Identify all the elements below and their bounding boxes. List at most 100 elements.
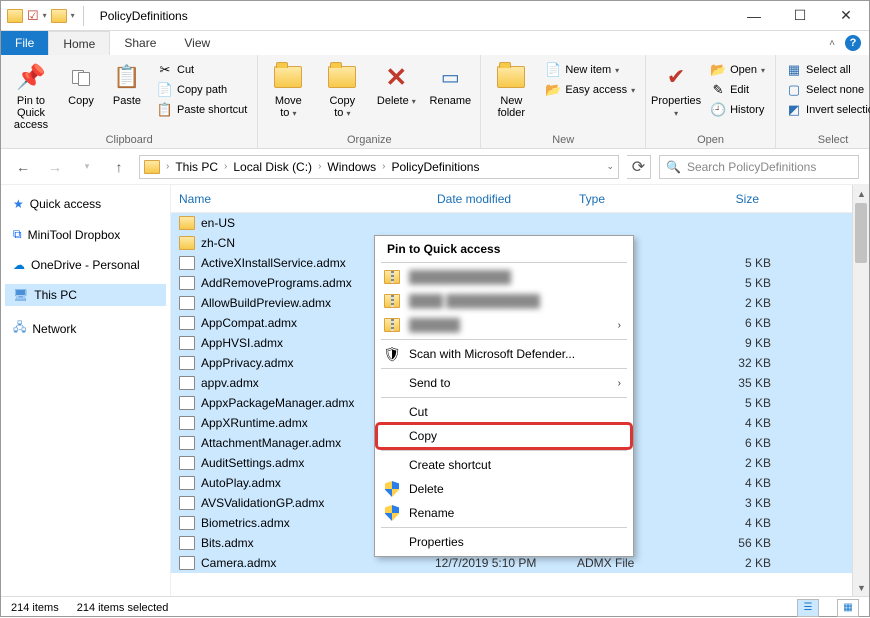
- view-large-button[interactable]: ▦: [837, 599, 859, 617]
- paste-icon: 📋: [111, 61, 143, 93]
- sidebar-item-this-pc[interactable]: 🖥This PC: [5, 284, 166, 306]
- vertical-scrollbar[interactable]: ▲ ▼: [852, 185, 869, 596]
- pin-quick-access-button[interactable]: 📌 Pin to Quick access: [7, 59, 55, 131]
- col-name[interactable]: Name: [171, 192, 429, 206]
- paste-shortcut-button[interactable]: 📋Paste shortcut: [153, 101, 251, 119]
- file-size: 2 KB: [693, 556, 771, 570]
- cm-blurred-2[interactable]: ████ ███████████: [377, 289, 631, 313]
- copy-to-icon: [328, 66, 356, 88]
- file-row[interactable]: en-US: [171, 213, 869, 233]
- cm-properties[interactable]: Properties: [377, 530, 631, 554]
- cm-create-shortcut[interactable]: Create shortcut: [377, 453, 631, 477]
- select-all-button[interactable]: ▦Select all: [782, 61, 870, 79]
- cm-scan-defender[interactable]: 🛡Scan with Microsoft Defender...: [377, 342, 631, 366]
- breadcrumb-seg-3[interactable]: PolicyDefinitions: [387, 160, 483, 174]
- ribbon-group-open: ✔ Properties ▾ 📂Open ▾ ✎Edit 🕘History Op…: [646, 55, 776, 148]
- group-label-select: Select: [782, 132, 870, 148]
- scroll-thumb[interactable]: [855, 203, 867, 263]
- delete-button[interactable]: ✕ Delete ▾: [372, 59, 420, 107]
- qat-folder-icon: [7, 9, 23, 23]
- zip-icon: [384, 270, 400, 284]
- open-button[interactable]: 📂Open ▾: [706, 61, 769, 79]
- file-size: 3 KB: [693, 496, 771, 510]
- network-icon: 🖧: [13, 318, 26, 339]
- search-input[interactable]: 🔍 Search PolicyDefinitions: [659, 155, 859, 179]
- help-icon[interactable]: ?: [845, 35, 861, 51]
- new-folder-button[interactable]: New folder: [487, 59, 535, 119]
- nav-recent-button[interactable]: ▾: [75, 155, 99, 179]
- easy-access-icon: 📂: [545, 82, 561, 98]
- cloud-icon: ☁: [13, 258, 25, 272]
- file-icon: [179, 276, 195, 290]
- view-details-button[interactable]: ☰: [797, 599, 819, 617]
- tab-home[interactable]: Home: [48, 31, 110, 55]
- maximize-button[interactable]: ☐: [777, 1, 823, 31]
- tab-share[interactable]: Share: [110, 31, 170, 55]
- select-none-icon: ▢: [786, 82, 802, 98]
- ribbon-group-clipboard: 📌 Pin to Quick access Copy 📋 Paste ✂Cut …: [1, 55, 258, 148]
- qat-dropdown2-icon[interactable]: ▾: [71, 11, 75, 20]
- breadcrumb-seg-1[interactable]: Local Disk (C:): [229, 160, 316, 174]
- copy-to-button[interactable]: Copy to ▾: [318, 59, 366, 119]
- sidebar-item-quick-access[interactable]: ★Quick access: [5, 193, 166, 215]
- properties-button[interactable]: ✔ Properties ▾: [652, 59, 700, 119]
- nav-forward-button[interactable]: →: [43, 155, 67, 179]
- breadcrumb[interactable]: › This PC› Local Disk (C:)› Windows› Pol…: [139, 155, 619, 179]
- col-type[interactable]: Type: [571, 192, 687, 206]
- history-button[interactable]: 🕘History: [706, 101, 769, 119]
- minimize-button[interactable]: —: [731, 1, 777, 31]
- ribbon-group-select: ▦Select all ▢Select none ◩Invert selecti…: [776, 55, 870, 148]
- ribbon: 📌 Pin to Quick access Copy 📋 Paste ✂Cut …: [1, 55, 869, 149]
- easy-access-button[interactable]: 📂Easy access ▾: [541, 81, 639, 99]
- breadcrumb-dropdown-icon[interactable]: ⌄: [606, 161, 614, 172]
- invert-selection-button[interactable]: ◩Invert selection: [782, 101, 870, 119]
- nav-back-button[interactable]: ←: [11, 155, 35, 179]
- rename-button[interactable]: ▭ Rename: [426, 59, 474, 107]
- move-to-button[interactable]: Move to ▾: [264, 59, 312, 119]
- search-placeholder: Search PolicyDefinitions: [687, 160, 816, 174]
- copy-path-button[interactable]: 📄Copy path: [153, 81, 251, 99]
- breadcrumb-seg-2[interactable]: Windows: [323, 160, 380, 174]
- edit-button[interactable]: ✎Edit: [706, 81, 769, 99]
- file-size: 4 KB: [693, 476, 771, 490]
- cm-cut[interactable]: Cut: [377, 400, 631, 424]
- refresh-button[interactable]: ⟳: [627, 155, 651, 179]
- nav-up-button[interactable]: ↑: [107, 155, 131, 179]
- sidebar-item-dropbox[interactable]: ⧉MiniTool Dropbox: [5, 223, 166, 246]
- qat-folder2-icon: [51, 9, 67, 23]
- status-bar: 214 items 214 items selected ☰ ▦: [1, 596, 869, 618]
- file-name: en-US: [201, 216, 435, 230]
- status-selected-count: 214 items selected: [77, 602, 169, 614]
- new-item-button[interactable]: 📄New item ▾: [541, 61, 639, 79]
- cm-pin-quick-access[interactable]: Pin to Quick access: [377, 238, 631, 260]
- scroll-down-icon[interactable]: ▼: [853, 579, 870, 596]
- sidebar-item-network[interactable]: 🖧Network: [5, 314, 166, 343]
- cm-rename[interactable]: Rename: [377, 501, 631, 525]
- close-button[interactable]: ✕: [823, 1, 869, 31]
- file-size: 9 KB: [693, 336, 771, 350]
- file-icon: [179, 516, 195, 530]
- file-icon: [179, 416, 195, 430]
- qat-dropdown-icon[interactable]: ▾: [43, 11, 47, 20]
- col-date[interactable]: Date modified: [429, 192, 571, 206]
- file-type: ADMX File: [577, 556, 693, 570]
- tab-view[interactable]: View: [170, 31, 224, 55]
- cm-blurred-3[interactable]: ██████›: [377, 313, 631, 337]
- folder-icon: [179, 216, 195, 230]
- tab-file[interactable]: File: [1, 31, 48, 55]
- copy-button[interactable]: Copy: [61, 59, 101, 107]
- qat-checkbox-icon[interactable]: ☑: [27, 8, 39, 24]
- sidebar-item-onedrive[interactable]: ☁OneDrive - Personal: [5, 254, 166, 276]
- cm-blurred-1[interactable]: ████████████: [377, 265, 631, 289]
- collapse-ribbon-icon[interactable]: ˄: [829, 38, 835, 49]
- breadcrumb-seg-0[interactable]: This PC: [171, 160, 222, 174]
- select-none-button[interactable]: ▢Select none: [782, 81, 870, 99]
- scroll-up-icon[interactable]: ▲: [853, 185, 870, 202]
- cm-copy[interactable]: Copy: [377, 424, 631, 448]
- cut-button[interactable]: ✂Cut: [153, 61, 251, 79]
- cm-delete[interactable]: Delete: [377, 477, 631, 501]
- cm-send-to[interactable]: Send to›: [377, 371, 631, 395]
- col-size[interactable]: Size: [687, 192, 767, 206]
- paste-button[interactable]: 📋 Paste: [107, 59, 147, 107]
- group-label-organize: Organize: [264, 132, 474, 148]
